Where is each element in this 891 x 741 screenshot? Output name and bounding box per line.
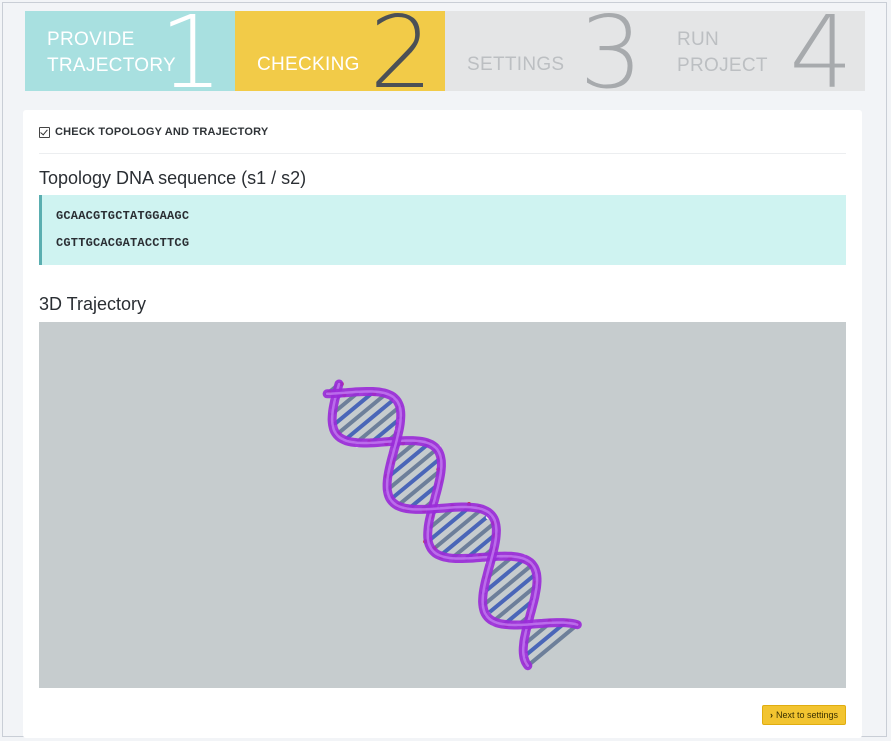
step-settings[interactable]: SETTINGS 3	[445, 11, 655, 91]
sequence-s1: GCAACGTGCTATGGAAGC	[56, 209, 189, 223]
step-label: CHECKING	[257, 52, 360, 78]
check-square-icon	[39, 127, 50, 138]
step-provide-trajectory[interactable]: PROVIDE TRAJECTORY 1	[25, 11, 235, 91]
trajectory-viewer[interactable]	[39, 322, 846, 688]
next-to-settings-button[interactable]: › Next to settings	[762, 705, 846, 725]
divider	[39, 153, 846, 154]
step-number: 2	[369, 11, 433, 91]
next-button-label: Next to settings	[776, 710, 838, 720]
step-label: SETTINGS	[467, 52, 564, 78]
step-run-project[interactable]: RUN PROJECT 4	[655, 11, 865, 91]
topology-title: Topology DNA sequence (s1 / s2)	[39, 168, 306, 189]
step-number: 4	[789, 11, 853, 91]
dna-helix-render	[39, 322, 846, 688]
wizard-steps: PROVIDE TRAJECTORY 1 CHECKING 2 SETTINGS…	[25, 11, 865, 91]
step-checking[interactable]: CHECKING 2	[235, 11, 445, 91]
panel-header: CHECK TOPOLOGY AND TRAJECTORY	[39, 126, 268, 138]
step-number: 3	[579, 11, 643, 91]
sequence-box: GCAACGTGCTATGGAAGC CGTTGCACGATACCTTCG	[39, 195, 846, 265]
step-label: RUN PROJECT	[677, 27, 768, 79]
step-number: 1	[159, 11, 223, 91]
panel-header-title: CHECK TOPOLOGY AND TRAJECTORY	[55, 126, 268, 138]
sequence-s2: CGTTGCACGATACCTTCG	[56, 236, 189, 250]
check-panel: CHECK TOPOLOGY AND TRAJECTORY Topology D…	[23, 110, 862, 738]
step-label: PROVIDE TRAJECTORY	[47, 27, 176, 79]
trajectory-title: 3D Trajectory	[39, 294, 146, 315]
chevron-right-icon: ›	[770, 710, 773, 720]
